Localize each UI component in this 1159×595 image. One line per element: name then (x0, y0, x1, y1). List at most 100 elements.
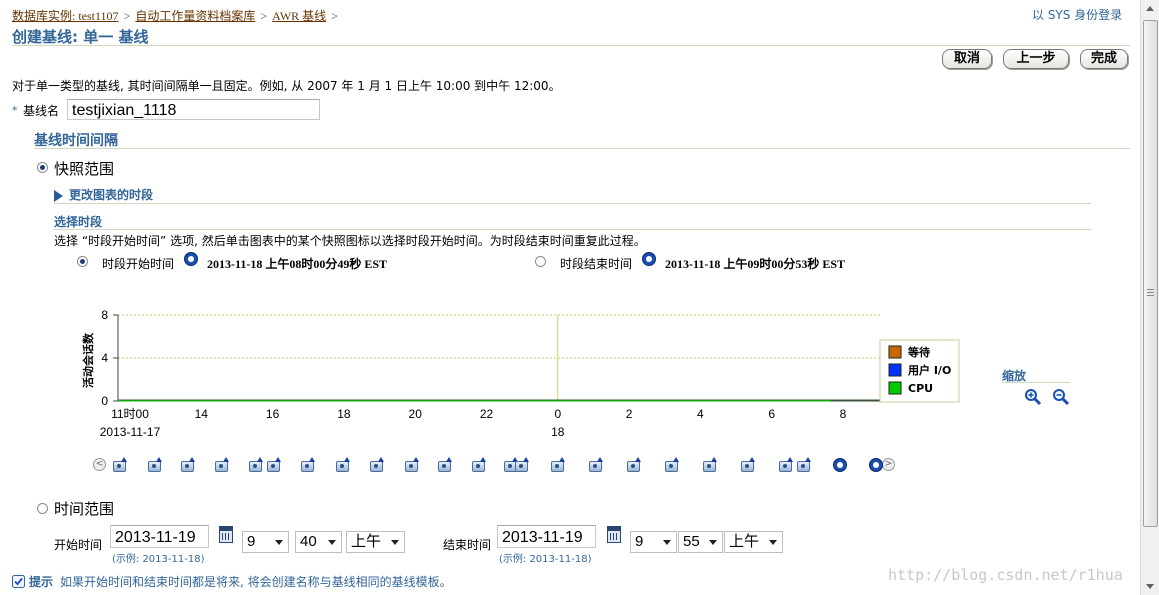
period-start-marker-icon (184, 252, 198, 266)
x-tick-label: 4 (697, 407, 704, 421)
x-tick-label: 6 (768, 407, 775, 421)
active-sessions-chart: 活动会话数 0 4 8 11时00 14 16 18 20 22 0 2 4 6 8 2013-11-17 18… (81, 308, 960, 439)
breadcrumb-separator: > (123, 9, 131, 23)
end-hour-value: 9 (635, 533, 644, 550)
snapshot-camera-icon[interactable] (335, 457, 351, 473)
snapshot-range-label: 快照范围 (54, 160, 115, 178)
login-info: 以 SYS 身份登录 (1032, 8, 1123, 22)
scrollbar-thumb[interactable] (1143, 20, 1158, 527)
y-tick-label: 0 (101, 394, 108, 408)
breadcrumb-link-instance[interactable]: 数据库实例: test1107 (12, 9, 119, 23)
time-range-radio[interactable] (37, 503, 48, 514)
x-sub-label: 18 (551, 425, 565, 439)
checkmark-icon (12, 575, 25, 588)
period-end-marker-icon (642, 252, 656, 266)
period-end-label: 时段结束时间 (560, 257, 633, 271)
snapshot-camera-icon[interactable] (550, 457, 566, 473)
end-minute-select[interactable]: 55 (678, 531, 723, 553)
y-axis-label: 活动会话数 (81, 332, 95, 388)
zoom-out-icon[interactable] (1052, 388, 1070, 406)
period-start-value: 2013-11-18 上午08时00分49秒 EST (207, 257, 388, 271)
snapshot-camera-icon[interactable] (180, 457, 196, 473)
start-time-label: 开始时间 (54, 538, 103, 552)
back-button[interactable]: 上一步 (1003, 49, 1069, 69)
watermark: http://blog.csdn.net/r1hua (888, 566, 1123, 584)
snapshot-range-radio[interactable] (37, 162, 48, 173)
start-hour-select[interactable]: 9 (242, 531, 289, 553)
baseline-name-input[interactable]: testjixian_1118 (67, 99, 320, 120)
period-end-radio[interactable] (535, 256, 546, 267)
y-tick-label: 8 (101, 308, 108, 322)
start-ampm-value: 上午 (351, 533, 382, 550)
zoom-in-icon[interactable] (1024, 388, 1042, 406)
vertical-scrollbar[interactable] (1140, 0, 1159, 595)
snapshot-camera-icon[interactable] (112, 457, 128, 473)
snapshot-camera-icon[interactable] (664, 457, 680, 473)
snapshot-camera-icon[interactable] (404, 457, 420, 473)
legend-label: 用户 I/O (908, 363, 951, 377)
interval-section-title: 基线时间间隔 (34, 133, 118, 149)
end-date-input[interactable]: 2013-11-19 (497, 525, 596, 548)
period-start-radio[interactable] (77, 256, 88, 267)
required-marker: * (12, 104, 18, 117)
snapshot-camera-icon[interactable] (796, 457, 812, 473)
scroll-down-icon[interactable] (1146, 584, 1154, 589)
snapshot-camera-icon[interactable] (702, 457, 718, 473)
end-minute-value: 55 (683, 533, 700, 550)
snapshot-camera-icon[interactable] (369, 457, 385, 473)
legend-swatch (888, 381, 902, 395)
scroll-left-icon[interactable]: < (93, 458, 106, 471)
start-date-input[interactable]: 2013-11-19 (110, 525, 209, 548)
end-ampm-select[interactable]: 上午 (724, 531, 783, 553)
finish-button[interactable]: 完成 (1080, 49, 1128, 69)
breadcrumb-link-awr-repository[interactable]: 自动工作量资料档案库 (135, 9, 255, 23)
snapshot-camera-icon[interactable] (266, 457, 282, 473)
snapshot-icon-strip: < > (90, 455, 910, 477)
start-minute-value: 40 (300, 533, 317, 550)
x-tick-label: 8 (840, 407, 847, 421)
x-tick-label: 11时00 (111, 407, 149, 421)
snapshot-camera-icon[interactable] (214, 457, 230, 473)
snapshot-camera-icon[interactable] (514, 457, 530, 473)
cancel-button[interactable]: 取消 (942, 49, 992, 69)
description-text: 对于单一类型的基线, 其时间间隔单一且固定。例如, 从 2007 年 1 月 1… (12, 79, 561, 93)
end-date-example: (示例: 2013-11-18) (499, 554, 592, 565)
x-tick-label: 2 (626, 407, 633, 421)
snapshot-camera-icon[interactable] (437, 457, 453, 473)
snapshot-camera-icon[interactable] (778, 457, 794, 473)
snapshot-camera-icon[interactable] (471, 457, 487, 473)
end-time-label: 结束时间 (443, 538, 492, 552)
start-date-example: (示例: 2013-11-18) (112, 554, 205, 565)
snapshot-camera-icon[interactable] (626, 457, 642, 473)
breadcrumb-separator: > (260, 9, 268, 23)
snapshot-camera-icon[interactable] (588, 457, 604, 473)
expand-triangle-icon[interactable] (54, 190, 63, 202)
x-tick-label: 0 (554, 407, 561, 421)
breadcrumb-link-awr-baselines[interactable]: AWR 基线 (272, 9, 326, 23)
select-period-title: 选择时段 (54, 215, 103, 229)
start-minute-select[interactable]: 40 (295, 531, 342, 553)
start-ampm-select[interactable]: 上午 (346, 531, 405, 553)
legend-swatch (888, 345, 902, 359)
start-hour-value: 9 (247, 533, 256, 550)
scroll-right-icon[interactable]: > (882, 458, 895, 471)
legend-label: CPU (908, 382, 933, 395)
calendar-icon[interactable] (607, 526, 621, 543)
scroll-up-icon[interactable] (1146, 6, 1154, 11)
snapshot-camera-icon[interactable] (300, 457, 316, 473)
breadcrumb-separator: > (331, 9, 338, 23)
snapshot-camera-icon[interactable] (248, 457, 264, 473)
period-start-label: 时段开始时间 (102, 257, 175, 271)
end-ampm-value: 上午 (729, 533, 760, 550)
x-tick-label: 22 (480, 407, 494, 421)
page-title: 创建基线: 单一 基线 (12, 28, 149, 46)
selected-snapshot-marker-icon[interactable] (869, 458, 883, 472)
calendar-icon[interactable] (219, 526, 233, 543)
end-hour-select[interactable]: 9 (630, 531, 677, 553)
x-tick-label: 18 (337, 407, 351, 421)
snapshot-camera-icon[interactable] (740, 457, 756, 473)
snapshot-camera-icon[interactable] (147, 457, 163, 473)
time-range-label: 时间范围 (54, 500, 115, 518)
selected-snapshot-marker-icon[interactable] (833, 458, 847, 472)
change-chart-period-link[interactable]: 更改图表的时段 (69, 186, 153, 203)
